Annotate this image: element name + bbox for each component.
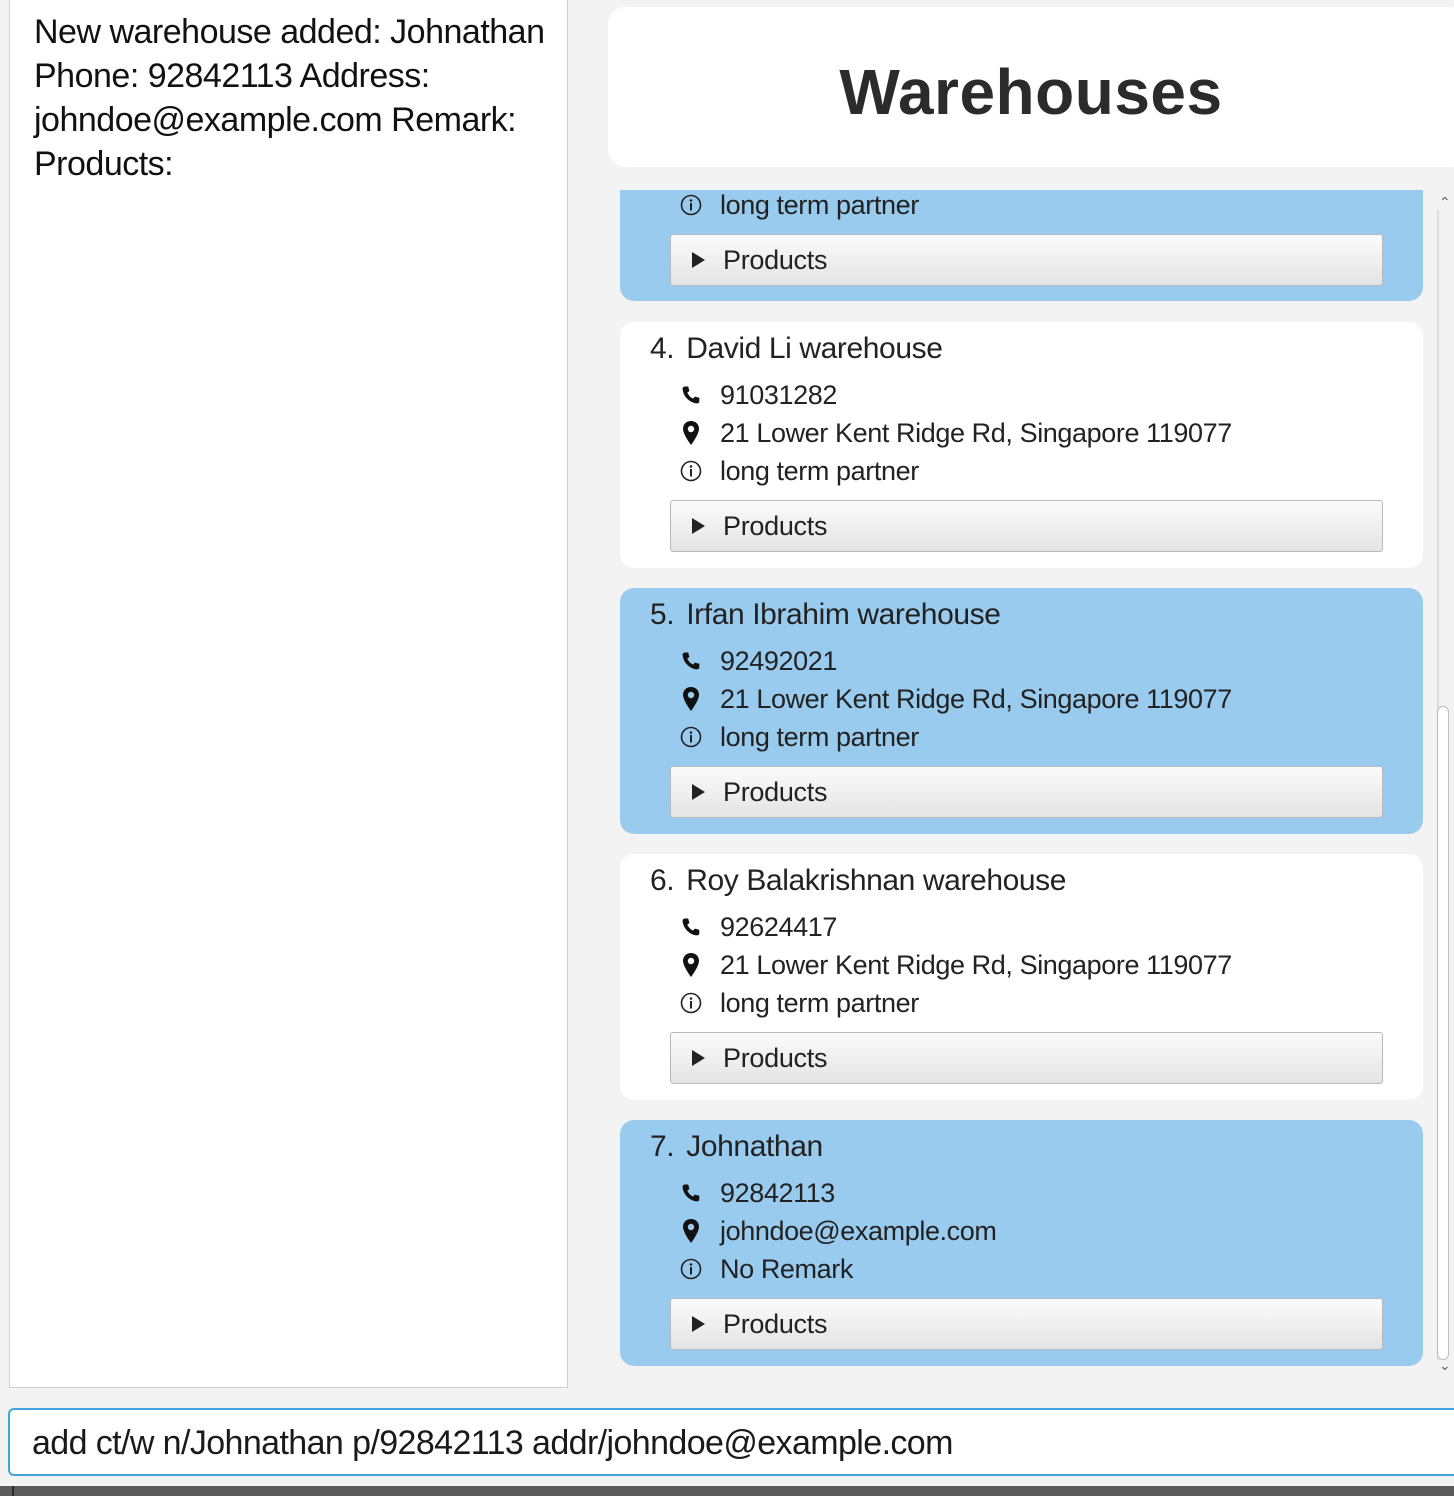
products-toggle-button[interactable]: Products <box>670 234 1383 286</box>
address-row: 21 Lower Kent Ridge Rd, Singapore 119077 <box>680 948 1232 982</box>
warehouse-card[interactable]: 6. Roy Balakrishnan warehouse 92624417 21… <box>620 854 1423 1100</box>
products-toggle-button[interactable]: Products <box>670 1298 1383 1350</box>
remark-row: long term partner <box>680 986 919 1020</box>
location-pin-icon <box>680 952 702 978</box>
remark-row: long term partner <box>680 190 919 222</box>
location-pin-icon <box>680 686 702 712</box>
location-pin-icon <box>680 420 702 446</box>
warehouse-phone: 92492021 <box>720 645 837 676</box>
warehouse-address: 21 Lower Kent Ridge Rd, Singapore 119077 <box>720 949 1232 980</box>
products-toggle-button[interactable]: Products <box>670 766 1383 818</box>
phone-icon <box>680 648 702 674</box>
warehouse-phone: 91031282 <box>720 379 837 410</box>
products-toggle-button[interactable]: Products <box>670 1032 1383 1084</box>
warehouse-address: johndoe@example.com <box>720 1215 997 1246</box>
command-input[interactable] <box>32 1420 1332 1466</box>
warehouse-index: 6. <box>650 864 675 897</box>
warehouse-phone: 92842113 <box>720 1177 835 1208</box>
result-display: New warehouse added: Johnathan Phone: 92… <box>9 0 568 1388</box>
triangle-right-icon <box>692 252 705 268</box>
page-title: Warehouses <box>839 56 1223 128</box>
remark-row: long term partner <box>680 454 919 488</box>
warehouse-list[interactable]: long term partner Products 4. David Li wa… <box>608 190 1454 1380</box>
command-box[interactable] <box>8 1408 1454 1476</box>
products-label: Products <box>723 776 828 807</box>
list-scrollbar[interactable]: ⌃ ⌄ <box>1433 190 1454 1380</box>
phone-icon <box>680 382 702 408</box>
warehouse-address: 21 Lower Kent Ridge Rd, Singapore 119077 <box>720 417 1232 448</box>
info-icon <box>680 724 702 750</box>
warehouse-index: 5. <box>650 598 675 631</box>
products-label: Products <box>723 1308 828 1339</box>
products-label: Products <box>723 510 828 541</box>
warehouse-phone: 92624417 <box>720 911 837 942</box>
triangle-right-icon <box>692 518 705 534</box>
warehouse-address: 21 Lower Kent Ridge Rd, Singapore 119077 <box>720 683 1232 714</box>
phone-icon <box>680 1180 702 1206</box>
address-row: 21 Lower Kent Ridge Rd, Singapore 119077 <box>680 416 1232 450</box>
info-icon <box>680 192 702 218</box>
warehouse-name: 5. Irfan Ibrahim warehouse <box>650 598 1001 632</box>
triangle-right-icon <box>692 784 705 800</box>
address-row: 21 Lower Kent Ridge Rd, Singapore 119077 <box>680 682 1232 716</box>
warehouse-card[interactable]: 4. David Li warehouse 91031282 21 Lower K… <box>620 322 1423 568</box>
products-toggle-button[interactable]: Products <box>670 500 1383 552</box>
warehouse-name: 6. Roy Balakrishnan warehouse <box>650 864 1066 898</box>
warehouse-name-text: David Li warehouse <box>686 332 943 365</box>
info-icon <box>680 1256 702 1282</box>
phone-row: 91031282 <box>680 378 837 412</box>
address-row: johndoe@example.com <box>680 1214 997 1248</box>
warehouse-remark: No Remark <box>720 1253 853 1284</box>
warehouse-name-text: Roy Balakrishnan warehouse <box>686 864 1067 897</box>
remark-row: long term partner <box>680 720 919 754</box>
phone-row: 92842113 <box>680 1176 835 1210</box>
phone-icon <box>680 914 702 940</box>
location-pin-icon <box>680 1218 702 1244</box>
warehouse-remark: long term partner <box>720 190 919 220</box>
warehouse-name-text: Johnathan <box>686 1130 823 1163</box>
status-bar <box>0 1486 1454 1496</box>
info-icon <box>680 458 702 484</box>
warehouse-name-text: Irfan Ibrahim warehouse <box>686 598 1001 631</box>
triangle-right-icon <box>692 1316 705 1332</box>
scrollbar-thumb[interactable] <box>1437 706 1449 1360</box>
warehouse-remark: long term partner <box>720 455 919 486</box>
triangle-right-icon <box>692 1050 705 1066</box>
warehouse-index: 4. <box>650 332 675 365</box>
result-message: New warehouse added: Johnathan Phone: 92… <box>34 13 545 183</box>
phone-row: 92624417 <box>680 910 837 944</box>
warehouse-card[interactable]: 7. Johnathan 92842113 johndoe@example.com… <box>620 1120 1423 1366</box>
warehouse-name: 7. Johnathan <box>650 1130 823 1164</box>
remark-row: No Remark <box>680 1252 853 1286</box>
products-label: Products <box>723 1042 828 1073</box>
warehouse-name: 4. David Li warehouse <box>650 332 943 366</box>
status-bar-divider <box>12 1486 14 1496</box>
chevron-up-icon[interactable]: ⌃ <box>1439 194 1451 211</box>
warehouse-index: 7. <box>650 1130 675 1163</box>
products-label: Products <box>723 244 828 275</box>
info-icon <box>680 990 702 1016</box>
warehouse-card[interactable]: 5. Irfan Ibrahim warehouse 92492021 21 Lo… <box>620 588 1423 834</box>
chevron-down-icon[interactable]: ⌄ <box>1439 1357 1451 1374</box>
warehouse-remark: long term partner <box>720 721 919 752</box>
warehouses-header: Warehouses <box>608 7 1454 167</box>
phone-row: 92492021 <box>680 644 837 678</box>
warehouse-remark: long term partner <box>720 987 919 1018</box>
warehouse-card[interactable]: long term partner Products <box>620 190 1423 301</box>
